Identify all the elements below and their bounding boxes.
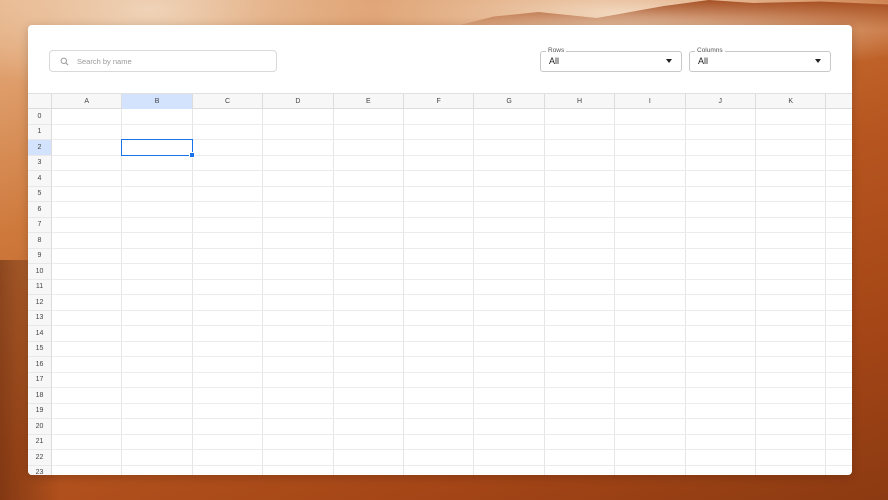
row-header-6[interactable]: 6 xyxy=(28,202,52,218)
grid-column-line xyxy=(403,109,404,475)
cell-area[interactable] xyxy=(52,109,852,475)
column-header-d[interactable]: D xyxy=(263,94,334,109)
row-header-5[interactable]: 5 xyxy=(28,186,52,202)
spreadsheet-grid[interactable]: ABCDEFGHIJK 0 1 2 3 4 5 6 7 8 9 10 11 12 13 14 15 16 17 18… xyxy=(28,93,852,475)
grid-row-line xyxy=(52,464,852,466)
row-header-4[interactable]: 4 xyxy=(28,171,52,187)
columns-select-value: All xyxy=(698,56,709,66)
grid-row-line xyxy=(52,325,852,326)
column-header-c[interactable]: C xyxy=(193,94,264,109)
grid-column-line xyxy=(191,109,193,475)
row-header-3[interactable]: 3 xyxy=(28,155,52,171)
column-header-a[interactable]: A xyxy=(52,94,123,109)
row-header-12[interactable]: 12 xyxy=(28,295,52,311)
grid-row-line xyxy=(52,356,852,357)
row-header-9[interactable]: 9 xyxy=(28,248,52,264)
row-header-22[interactable]: 22 xyxy=(28,450,52,466)
column-header-f[interactable]: F xyxy=(404,94,475,109)
column-header-b[interactable]: B xyxy=(122,94,193,109)
grid-column-line xyxy=(684,109,686,475)
grid-column-line xyxy=(755,109,756,475)
search-box[interactable] xyxy=(49,50,277,72)
row-header-11[interactable]: 11 xyxy=(28,279,52,295)
row-header-21[interactable]: 21 xyxy=(28,434,52,450)
selected-cell[interactable] xyxy=(121,139,195,158)
grid-row-line xyxy=(52,418,852,419)
column-header-j[interactable]: J xyxy=(686,94,756,109)
grid-row-line xyxy=(52,387,852,388)
grid-row-line xyxy=(52,371,852,373)
columns-select[interactable]: Columns All xyxy=(689,46,831,72)
grid-row-line xyxy=(52,216,852,218)
column-header-g[interactable]: G xyxy=(474,94,545,109)
grid-row-line xyxy=(52,263,852,264)
grid-row-line xyxy=(52,402,852,404)
row-header-17[interactable]: 17 xyxy=(28,372,52,388)
row-header-16[interactable]: 16 xyxy=(28,357,52,373)
columns-select-label: Columns xyxy=(695,46,725,55)
grid-column-line xyxy=(614,109,616,475)
grid-row-line xyxy=(52,294,852,295)
grid-column-line xyxy=(262,109,264,475)
row-header-23[interactable]: 23 xyxy=(28,465,52,475)
column-header-h[interactable]: H xyxy=(545,94,616,109)
toolbar: Rows All Columns All xyxy=(28,25,852,93)
grid-column-line xyxy=(543,109,545,475)
row-header-0[interactable]: 0 xyxy=(28,109,52,125)
grid-column-line xyxy=(121,109,123,475)
row-header-15[interactable]: 15 xyxy=(28,341,52,357)
grid-row-line xyxy=(52,449,852,450)
grid-row-line xyxy=(52,278,852,280)
grid-row-line xyxy=(52,201,852,202)
grid-row-line xyxy=(52,340,852,342)
column-header-k[interactable]: K xyxy=(756,94,827,109)
grid-row-line xyxy=(52,433,852,435)
row-header-8[interactable]: 8 xyxy=(28,233,52,249)
row-header-7[interactable]: 7 xyxy=(28,217,52,233)
grid-column-line xyxy=(825,109,827,475)
dropdown-arrow-icon xyxy=(666,59,672,63)
rows-select-value: All xyxy=(549,56,560,66)
dropdown-arrow-icon xyxy=(815,59,821,63)
grid-row-line xyxy=(52,309,852,311)
search-icon xyxy=(56,53,72,69)
select-all-corner[interactable] xyxy=(28,94,52,110)
grid-row-line xyxy=(52,247,852,249)
grid-row-line xyxy=(52,170,852,171)
row-header-14[interactable]: 14 xyxy=(28,326,52,342)
column-header-row: ABCDEFGHIJK xyxy=(28,93,852,110)
rows-select[interactable]: Rows All xyxy=(540,46,682,72)
row-header-19[interactable]: 19 xyxy=(28,403,52,419)
search-input[interactable] xyxy=(75,51,276,71)
row-header-13[interactable]: 13 xyxy=(28,310,52,326)
column-header-e[interactable]: E xyxy=(334,94,404,109)
row-header-1[interactable]: 1 xyxy=(28,124,52,140)
grid-column-line xyxy=(332,109,334,475)
column-header-i[interactable]: I xyxy=(615,94,686,109)
row-header-20[interactable]: 20 xyxy=(28,419,52,435)
grid-row-line xyxy=(52,232,852,233)
grid-column-line xyxy=(473,109,475,475)
spreadsheet-panel: Rows All Columns All ABCDEFGHIJK 0123456… xyxy=(28,25,852,475)
row-header-18[interactable]: 18 xyxy=(28,388,52,404)
grid-row-line xyxy=(52,185,852,187)
rows-select-label: Rows xyxy=(546,46,567,55)
grid-row-line xyxy=(52,123,852,125)
fill-handle[interactable] xyxy=(188,151,195,158)
row-header-10[interactable]: 10 xyxy=(28,264,52,280)
row-header-2[interactable]: 2 xyxy=(28,140,52,156)
